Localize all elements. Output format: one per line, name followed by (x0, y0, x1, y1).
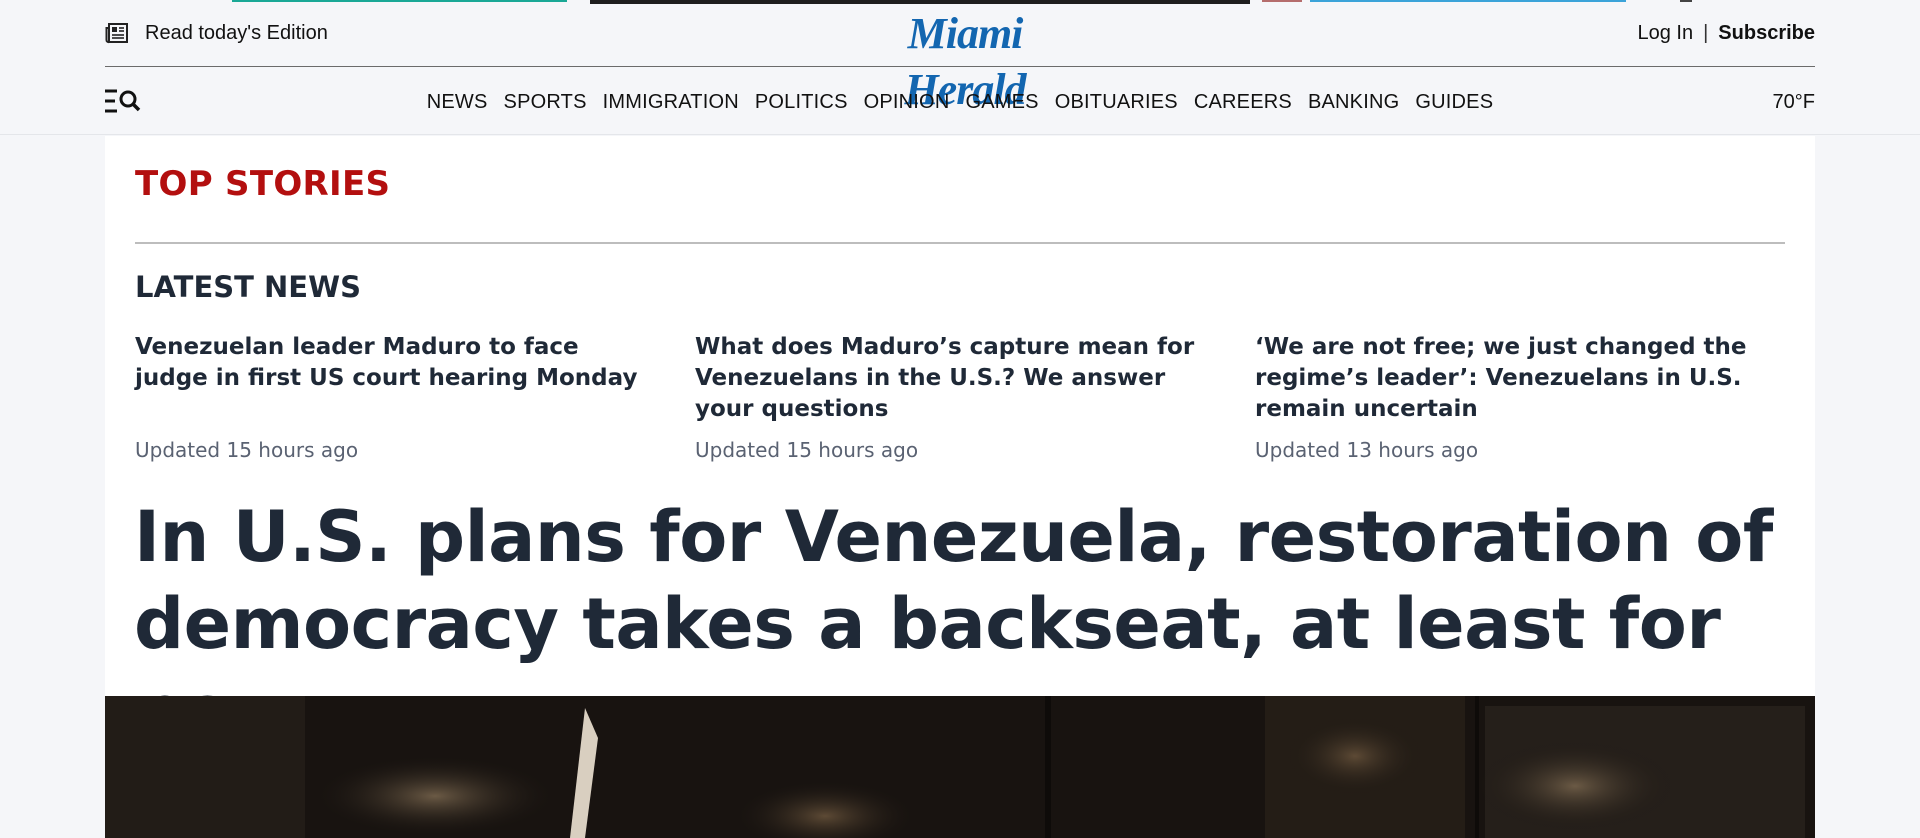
todays-edition-label: Read today's Edition (145, 21, 328, 44)
subscribe-link[interactable]: Subscribe (1718, 22, 1815, 45)
newspaper-icon (105, 23, 128, 44)
todays-edition-link[interactable]: Read today's Edition (105, 19, 328, 47)
nav-item-news[interactable]: NEWS (427, 88, 488, 116)
login-link[interactable]: Log In (1637, 22, 1693, 45)
main-navigation: NEWS SPORTS IMMIGRATION POLITICS OPINION… (105, 68, 1815, 135)
latest-news-title: LATEST NEWS (135, 270, 361, 304)
separator: | (1703, 21, 1709, 44)
section-title[interactable]: TOP STORIES (135, 164, 390, 204)
nav-item-immigration[interactable]: IMMIGRATION (603, 88, 739, 116)
nav-item-guides[interactable]: GUIDES (1415, 88, 1493, 116)
nav-item-games[interactable]: GAMES (965, 88, 1038, 116)
photo-scene (105, 696, 1815, 838)
latest-news-item: What does Maduro’s capture mean for Vene… (695, 332, 1205, 462)
latest-news-item: ‘We are not free; we just changed the re… (1255, 332, 1765, 462)
top-stories-section: TOP STORIES LATEST NEWS Venezuelan leade… (105, 136, 1815, 752)
story-headline-link[interactable]: ‘We are not free; we just changed the re… (1255, 332, 1765, 425)
section-divider (135, 242, 1785, 244)
nav-item-opinion[interactable]: OPINION (864, 88, 950, 116)
account-links: Log In | Subscribe (1637, 19, 1815, 47)
story-timestamp: Updated 15 hours ago (135, 438, 359, 462)
story-headline-link[interactable]: What does Maduro’s capture mean for Vene… (695, 332, 1205, 425)
story-timestamp: Updated 13 hours ago (1255, 438, 1479, 462)
story-timestamp: Updated 15 hours ago (695, 438, 919, 462)
latest-news-list: Venezuelan leader Maduro to face judge i… (135, 332, 1785, 462)
masthead: Read today's Edition Miami Herald Log In… (105, 0, 1815, 114)
nav-item-sports[interactable]: SPORTS (504, 88, 587, 116)
nav-item-politics[interactable]: POLITICS (755, 88, 848, 116)
story-headline-link[interactable]: Venezuelan leader Maduro to face judge i… (135, 332, 645, 394)
weather-temperature[interactable]: 70°F (1773, 88, 1815, 116)
nav-item-careers[interactable]: CAREERS (1194, 88, 1292, 116)
nav-items: NEWS SPORTS IMMIGRATION POLITICS OPINION… (105, 88, 1815, 116)
nav-item-obituaries[interactable]: OBITUARIES (1055, 88, 1178, 116)
site-logo[interactable]: Miami Herald (850, 6, 1080, 114)
lead-story-photo[interactable] (105, 696, 1815, 838)
nav-item-banking[interactable]: BANKING (1308, 88, 1399, 116)
latest-news-item: Venezuelan leader Maduro to face judge i… (135, 332, 645, 462)
nav-divider (0, 134, 1920, 135)
